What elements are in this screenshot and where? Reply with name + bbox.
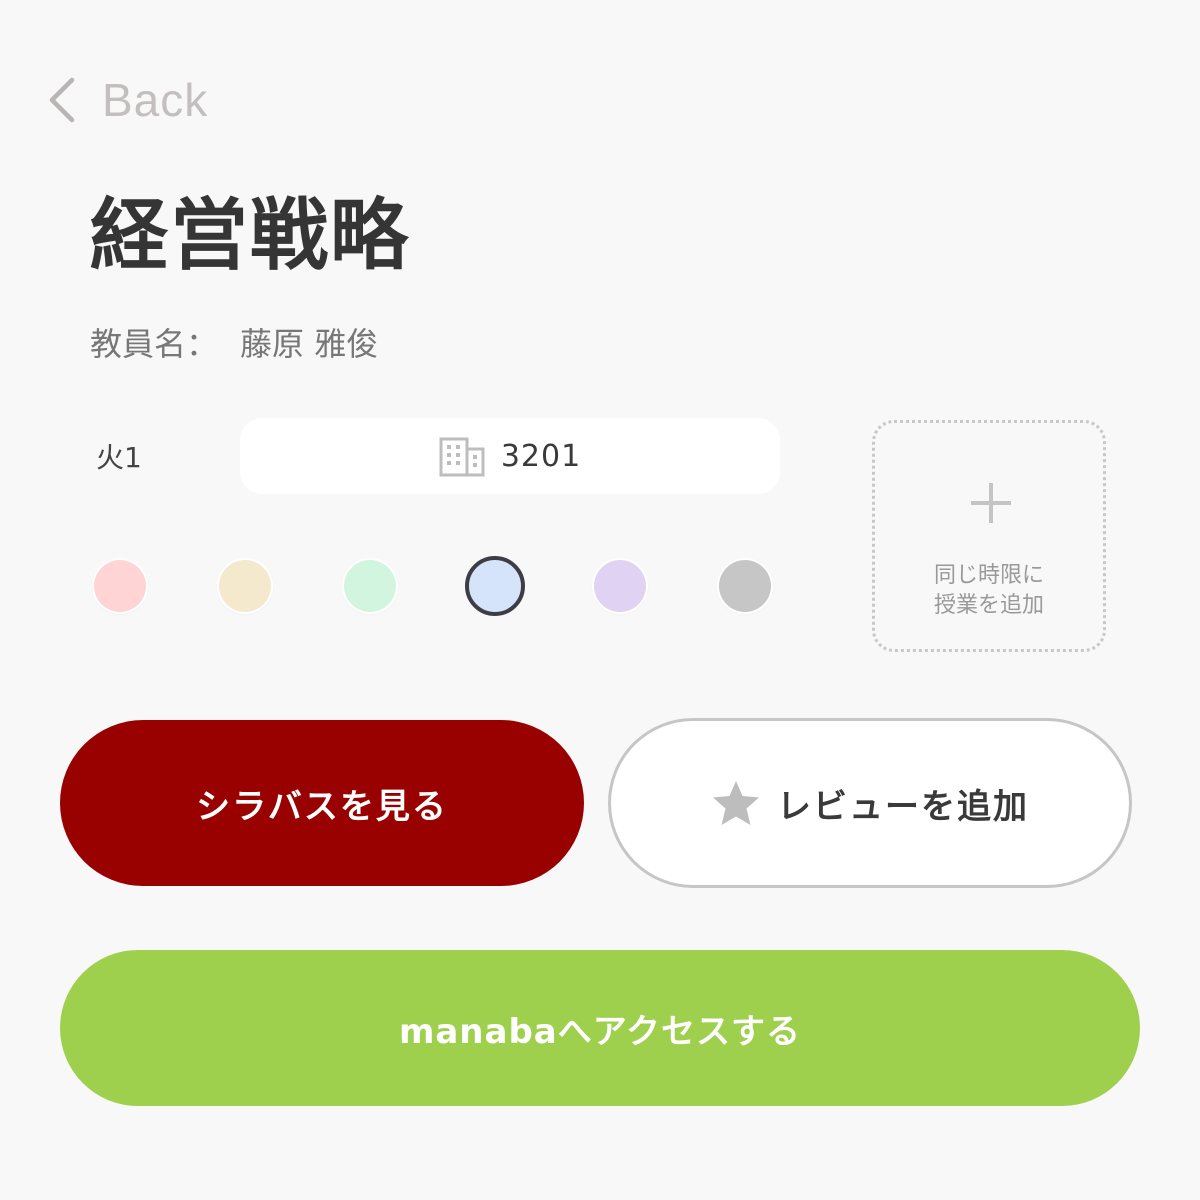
chevron-left-icon (49, 77, 75, 123)
teacher-label: 教員名： (90, 325, 219, 363)
back-button[interactable]: Back (44, 70, 208, 130)
color-swatch-beige[interactable] (219, 560, 271, 612)
manaba-access-label: manabaへアクセスする (398, 1011, 802, 1052)
room-number: 3201 (500, 438, 582, 474)
view-syllabus-label: シラバスを見る (196, 786, 448, 827)
color-swatch-gray[interactable] (719, 560, 771, 612)
add-review-button[interactable]: レビューを追加 (608, 718, 1132, 888)
course-detail-screen: Back 経営戦略 教員名： 藤原 雅俊 火1 3201 同じ時限に 授業を追加… (0, 0, 1200, 1200)
plus-icon (971, 483, 1011, 523)
star-icon (713, 781, 759, 825)
color-swatch-pink[interactable] (94, 560, 146, 612)
course-title: 経営戦略 (90, 191, 411, 281)
room-field[interactable]: 3201 (240, 418, 780, 494)
view-syllabus-button[interactable]: シラバスを見る (60, 720, 584, 886)
back-label: Back (102, 74, 209, 126)
teacher-name: 藤原 雅俊 (240, 325, 379, 363)
teacher-row: 教員名： 藤原 雅俊 (90, 322, 378, 366)
period-label: 火1 (96, 441, 142, 474)
add-same-period-label: 同じ時限に 授業を追加 (933, 563, 1044, 618)
add-review-label: レビューを追加 (777, 786, 1029, 827)
building-icon (439, 437, 485, 477)
color-swatch-blue[interactable] (465, 556, 525, 616)
manaba-access-button[interactable]: manabaへアクセスする (60, 950, 1140, 1106)
add-same-period-button[interactable]: 同じ時限に 授業を追加 (872, 420, 1106, 652)
color-swatch-mint[interactable] (344, 560, 396, 612)
color-swatch-lavender[interactable] (594, 560, 646, 612)
